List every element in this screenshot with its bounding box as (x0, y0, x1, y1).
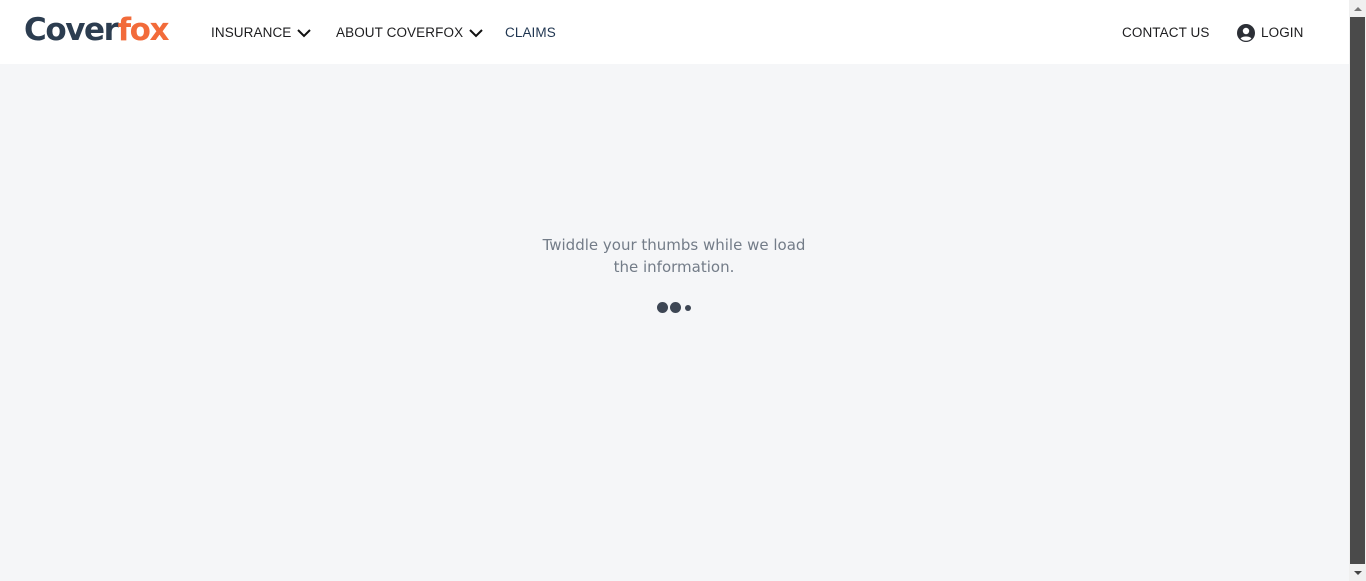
login-button[interactable]: LOGIN (1237, 24, 1304, 42)
arrow-up-icon (1353, 6, 1362, 11)
loading-message: Twiddle your thumbs while we load the in… (524, 234, 824, 278)
nav-claims[interactable]: CLAIMS (505, 24, 556, 42)
login-label: LOGIN (1261, 25, 1304, 40)
loading-dot (657, 302, 668, 313)
scroll-thumb[interactable] (1350, 17, 1365, 564)
nav-insurance[interactable]: INSURANCE (211, 24, 312, 42)
vertical-scrollbar[interactable] (1349, 0, 1366, 581)
nav-claims-label: CLAIMS (505, 25, 556, 40)
loading-dots-spinner (657, 301, 697, 313)
loading-dot (670, 302, 681, 313)
nav-contact-label: CONTACT US (1122, 25, 1210, 40)
nav-about-label: ABOUT COVERFOX (336, 25, 464, 40)
user-circle-icon (1237, 24, 1255, 42)
scroll-up-arrow[interactable] (1349, 0, 1366, 17)
nav-about-coverfox[interactable]: ABOUT COVERFOX (336, 24, 483, 42)
logo-text-cover: Cover (24, 12, 119, 48)
chevron-down-icon (469, 29, 483, 38)
top-navbar: Cover fox INSURANCE ABOUT COVERFOX CLAIMS… (0, 0, 1349, 64)
arrow-down-icon (1353, 570, 1362, 575)
loading-dot (685, 305, 691, 311)
chevron-down-icon (297, 29, 312, 38)
nav-contact-us[interactable]: CONTACT US (1122, 24, 1210, 42)
logo-text-fox: fox (117, 12, 170, 48)
scroll-down-arrow[interactable] (1349, 564, 1366, 581)
loading-text-line2: the information. (613, 258, 735, 276)
coverfox-logo[interactable]: Cover fox (24, 12, 170, 48)
nav-insurance-label: INSURANCE (211, 25, 292, 40)
page: Cover fox INSURANCE ABOUT COVERFOX CLAIMS… (0, 0, 1349, 581)
loading-text-line1: Twiddle your thumbs while we load (542, 236, 806, 254)
